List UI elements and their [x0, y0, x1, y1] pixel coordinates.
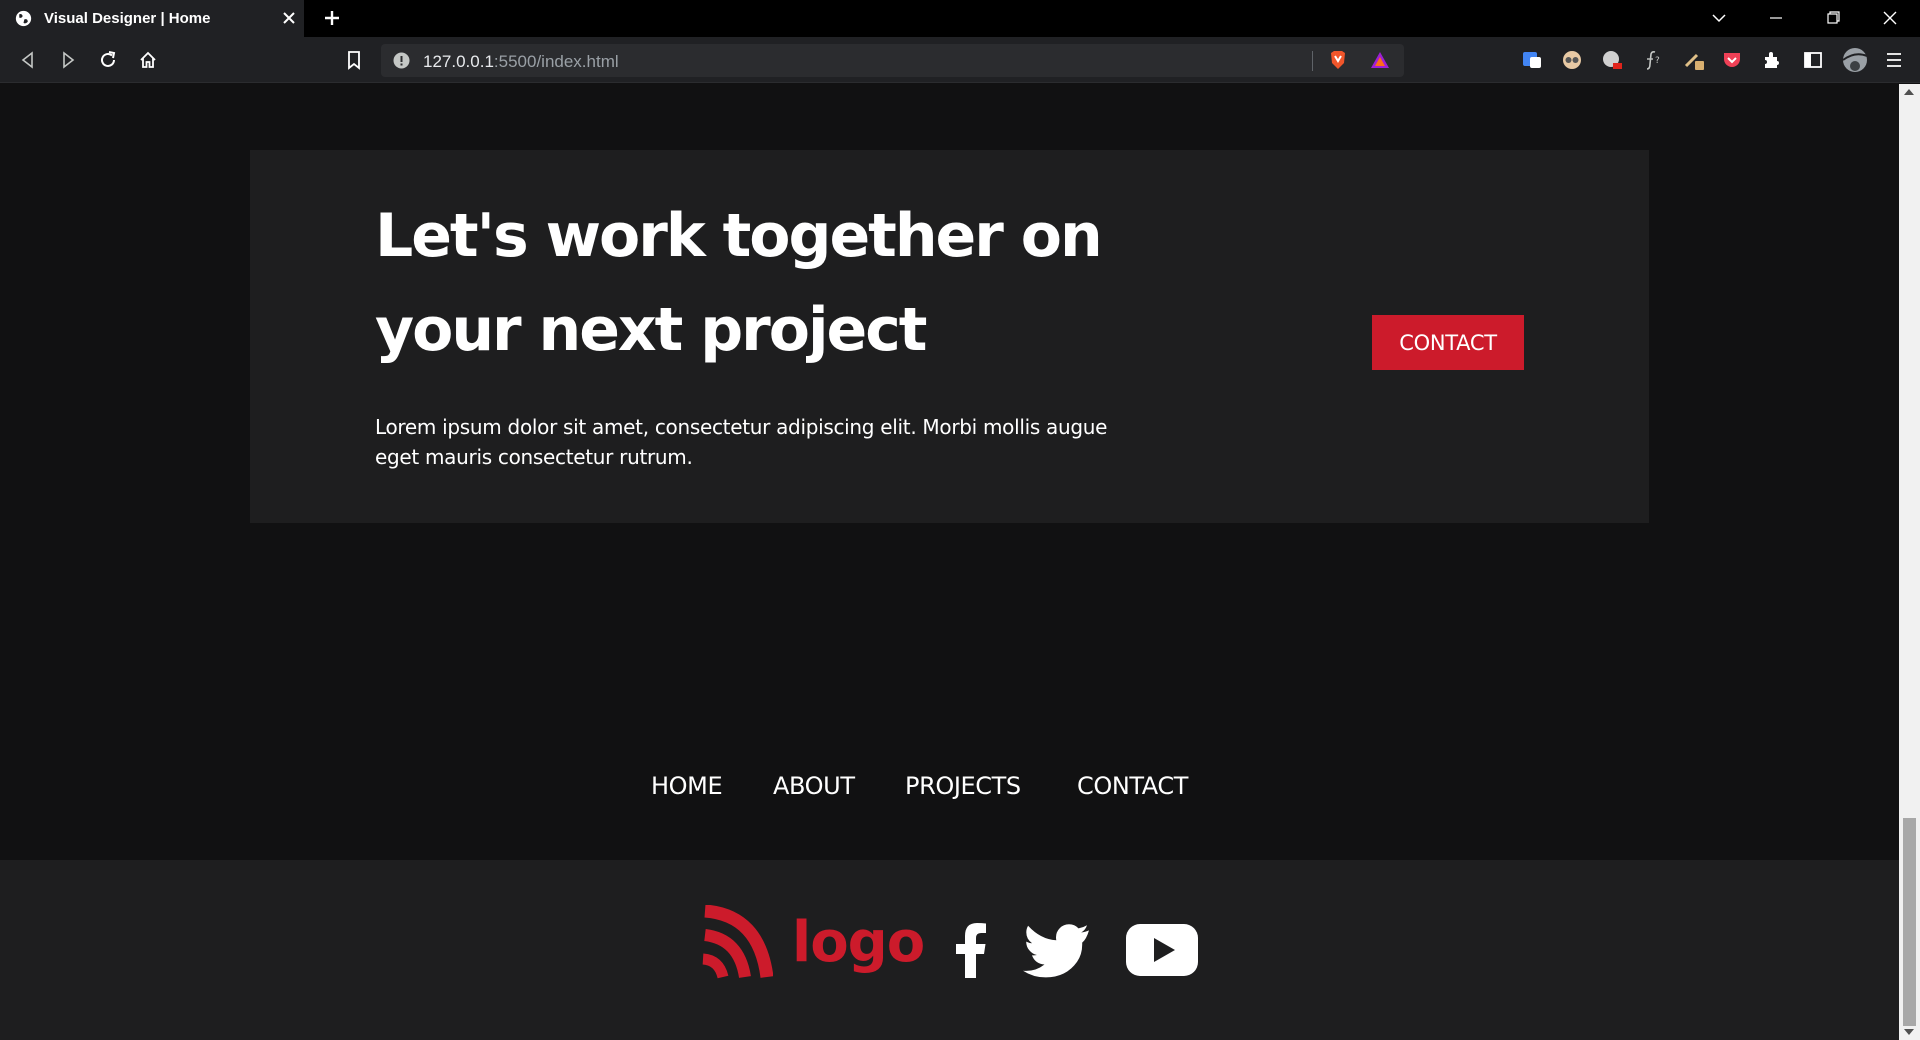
pocket-icon[interactable] — [1721, 49, 1743, 71]
facebook-icon[interactable] — [956, 922, 986, 978]
scroll-up-arrow-icon[interactable] — [1904, 89, 1914, 95]
privacy-extension-icon[interactable] — [1561, 49, 1583, 71]
close-window-icon[interactable] — [1877, 6, 1903, 30]
browser-tab-bar: Visual Designer | Home — [0, 0, 1920, 37]
cta-description-line-1: Lorem ipsum dolor sit amet, consectetur … — [375, 415, 1108, 439]
globe-icon — [15, 10, 32, 27]
omnibox-divider — [1312, 51, 1313, 71]
new-tab-icon[interactable] — [322, 8, 342, 28]
cta-heading-line-2: your next project — [375, 295, 927, 365]
url-host: 127.0.0.1 — [423, 52, 494, 71]
translate-extension-icon[interactable] — [1521, 49, 1543, 71]
cta-description-line-2: eget mauris consectetur rutrum. — [375, 445, 693, 469]
address-bar[interactable]: 127.0.0.1:5500/index.html — [381, 44, 1404, 77]
tab-search-icon[interactable] — [1706, 6, 1732, 30]
scrollbar-thumb[interactable] — [1903, 818, 1916, 1026]
browser-toolbar: 127.0.0.1:5500/index.html ? — [0, 37, 1920, 83]
profile-avatar-icon[interactable] — [1842, 47, 1868, 73]
footer-nav-home[interactable]: HOME — [651, 772, 723, 800]
footer-nav-contact[interactable]: CONTACT — [1077, 772, 1188, 800]
footer-nav-about[interactable]: ABOUT — [773, 772, 855, 800]
cookie-extension-icon[interactable] — [1601, 49, 1623, 71]
reload-icon[interactable] — [97, 49, 119, 71]
extensions-icon[interactable] — [1761, 49, 1783, 71]
contact-button[interactable]: CONTACT — [1372, 315, 1524, 370]
brave-shields-icon[interactable] — [1327, 49, 1349, 71]
home-icon[interactable] — [137, 49, 159, 71]
font-extension-icon[interactable]: ? — [1641, 49, 1663, 71]
cta-description: Lorem ipsum dolor sit amet, consectetur … — [375, 412, 1155, 472]
svg-text:?: ? — [1655, 56, 1660, 66]
sidebar-icon[interactable] — [1802, 49, 1824, 71]
logo-icon[interactable] — [699, 905, 773, 983]
tab-title: Visual Designer | Home — [44, 10, 211, 27]
site-info-icon[interactable] — [393, 52, 410, 69]
footer-nav: HOME ABOUT PROJECTS CONTACT — [0, 772, 1899, 812]
restore-icon[interactable] — [1820, 6, 1846, 30]
forward-icon[interactable] — [57, 49, 79, 71]
cta-heading-line-1: Let's work together on — [375, 201, 1103, 271]
bookmark-icon[interactable] — [343, 49, 365, 71]
cta-heading: Let's work together on your next project — [375, 189, 1175, 377]
scroll-down-arrow-icon[interactable] — [1904, 1029, 1914, 1035]
url-text: 127.0.0.1:5500/index.html — [423, 52, 619, 72]
browser-tab-active[interactable]: Visual Designer | Home — [0, 0, 304, 37]
color-picker-extension-icon[interactable] — [1683, 49, 1705, 71]
brave-rewards-icon[interactable] — [1369, 49, 1391, 71]
back-icon[interactable] — [17, 49, 39, 71]
twitter-icon[interactable] — [1023, 924, 1089, 978]
menu-icon[interactable] — [1883, 49, 1905, 71]
footer-nav-projects[interactable]: PROJECTS — [905, 772, 1021, 800]
url-path: :5500/index.html — [493, 52, 619, 71]
minimize-icon[interactable] — [1763, 6, 1789, 30]
logo-text[interactable]: logo — [792, 907, 925, 979]
youtube-icon[interactable] — [1126, 924, 1198, 976]
close-tab-icon[interactable] — [280, 9, 298, 27]
footer-bar — [0, 860, 1899, 1040]
